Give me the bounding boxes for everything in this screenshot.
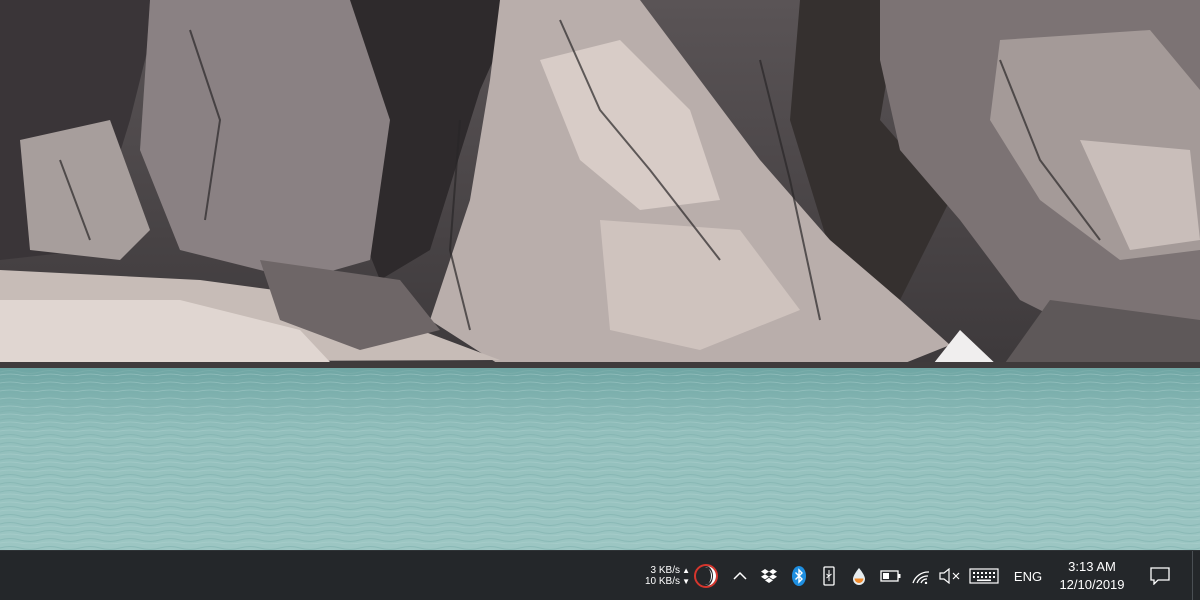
taskbar: 3 KB/s ▲ 10 KB/s ▼ ENG 3:13 AM 12/10/201…: [0, 550, 1200, 600]
battery-icon[interactable]: [877, 551, 905, 600]
volume-muted-icon[interactable]: [937, 551, 963, 600]
network-speed-meter[interactable]: 3 KB/s ▲ 10 KB/s ▼: [632, 551, 690, 600]
desktop-wallpaper: [0, 0, 1200, 550]
bluetooth-icon[interactable]: [787, 551, 811, 600]
usb-icon[interactable]: [817, 551, 841, 600]
download-speed-row: 10 KB/s ▼: [645, 576, 690, 587]
dropbox-icon[interactable]: [757, 551, 781, 600]
wifi-icon[interactable]: [908, 551, 934, 600]
upload-speed-row: 3 KB/s ▲: [651, 565, 690, 576]
clock-time: 3:13 AM: [1068, 559, 1116, 574]
upload-arrow-icon: ▲: [682, 566, 690, 575]
wallpaper-image: [0, 0, 1200, 550]
chevron-up-icon[interactable]: [728, 551, 752, 600]
input-language-indicator[interactable]: ENG: [1008, 551, 1048, 600]
clock-date: 12/10/2019: [1059, 577, 1125, 592]
download-speed: 10 KB/s: [644, 576, 680, 587]
moon-icon[interactable]: [691, 551, 721, 600]
clock-area[interactable]: 3:13 AM 12/10/2019: [1050, 551, 1134, 600]
show-desktop-button[interactable]: [1192, 551, 1200, 600]
touch-keyboard-icon[interactable]: [965, 551, 1003, 600]
download-arrow-icon: ▼: [682, 577, 690, 586]
upload-speed: 3 KB/s: [650, 565, 680, 576]
water-drop-icon[interactable]: [847, 551, 871, 600]
action-center-icon[interactable]: [1143, 551, 1177, 600]
